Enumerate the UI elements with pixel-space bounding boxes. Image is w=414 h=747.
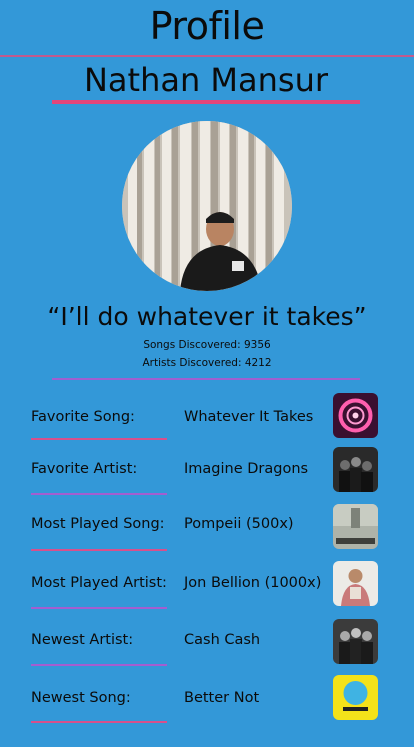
stat-label: Favorite Song: (31, 409, 135, 425)
stat-label: Most Played Song: (31, 516, 165, 532)
artists-discovered: Artists Discovered: 4212 (142, 357, 272, 369)
row-divider (31, 493, 167, 495)
section-divider (52, 378, 360, 380)
stat-label: Newest Song: (31, 690, 131, 706)
bastille-artwork[interactable] (333, 504, 378, 549)
page-title: Profile (149, 4, 265, 48)
circular-neon-artwork[interactable] (333, 393, 378, 438)
row-divider (31, 721, 167, 723)
profile-name: Nathan Mansur (52, 60, 360, 104)
songs-discovered: Songs Discovered: 9356 (143, 339, 271, 351)
row-divider (31, 549, 167, 551)
yellow-pop-artwork[interactable] (333, 675, 378, 720)
stat-value: Pompeii (500x) (184, 516, 294, 532)
band-photo-artwork[interactable] (333, 447, 378, 492)
row-divider (31, 607, 167, 609)
row-divider (31, 664, 167, 666)
avatar[interactable] (122, 121, 292, 291)
header-bar: Profile (0, 0, 414, 57)
stat-value: Better Not (184, 690, 260, 706)
profile-quote: “I’ll do whatever it takes” (47, 302, 367, 331)
newest-song-row[interactable]: Newest Song: Better Not (0, 675, 414, 747)
stat-label: Newest Artist: (31, 632, 134, 648)
avatar-photo (122, 121, 292, 291)
row-divider (31, 438, 167, 440)
stat-value: Cash Cash (184, 632, 261, 648)
stat-value: Imagine Dragons (184, 461, 309, 477)
stat-value: Jon Bellion (1000x) (184, 575, 322, 591)
stat-value: Whatever It Takes (184, 409, 314, 425)
trio-photo-artwork[interactable] (333, 619, 378, 664)
portrait-artwork[interactable] (333, 561, 378, 606)
stat-label: Favorite Artist: (31, 461, 138, 477)
stat-label: Most Played Artist: (31, 575, 167, 591)
